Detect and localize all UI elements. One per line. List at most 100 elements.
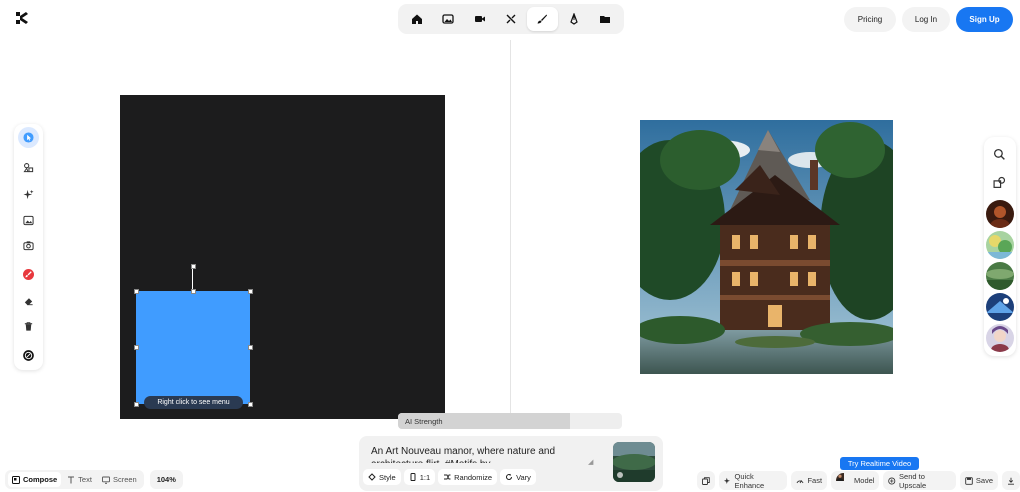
clear-canvas-tool[interactable] [18,316,39,337]
prompt-buttons: Style 1:1 Randomize Vary [363,469,536,485]
image-icon [23,215,34,226]
shapes-icon [23,163,34,173]
speed-button[interactable]: Fast [791,471,828,490]
resize-handle-bottom-right[interactable] [248,402,253,407]
resize-grip-icon[interactable]: ◢ [588,458,593,466]
color-picker-icon [23,350,34,361]
copy-icon [702,476,710,485]
mode-image[interactable] [432,7,463,31]
model-button[interactable]: Model [831,471,880,490]
aspect-ratio-icon [410,473,416,481]
dark-portrait-thumb[interactable] [986,200,1014,228]
mode-home[interactable] [401,7,432,31]
monitor-icon [101,476,110,484]
green-landscape-thumb[interactable] [986,262,1014,290]
save-icon [965,476,973,485]
generate-tool[interactable] [18,184,39,205]
copy-button[interactable] [697,471,715,490]
krea-logo[interactable] [14,10,30,26]
trash-icon [24,322,33,331]
shuffle-icon [444,474,451,480]
zoom-level[interactable]: 104% [149,470,183,489]
mode-video[interactable] [464,7,495,31]
resize-handle-bottom-left[interactable] [134,402,139,407]
vary-button[interactable]: Vary [500,469,536,485]
model-label: Model [854,476,875,485]
app-root: Pricing Log In Sign Up Right click to se… [0,0,1020,492]
sparkle-icon [23,189,34,200]
aspect-ratio-label: 1:1 [419,472,431,482]
save-label: Save [975,476,993,485]
mode-assets[interactable] [590,7,621,31]
download-button[interactable] [1002,471,1020,490]
right-panel [984,137,1016,356]
download-icon [1008,477,1014,485]
bottom-left-bar: Compose Text Screen 104% [5,470,183,489]
color-picker-tool[interactable] [18,345,39,366]
pricing-button[interactable]: Pricing [844,7,896,32]
folder-icon [600,16,611,23]
drawing-canvas[interactable]: Right click to see menu [120,95,445,419]
shapes-icon[interactable] [993,176,1006,189]
sparkle-icon [724,477,730,484]
resize-handle-right[interactable] [248,345,253,350]
try-realtime-video-button[interactable]: Try Realtime Video [840,457,919,470]
speed-icon [797,479,804,483]
blue-rectangle-shape[interactable] [136,291,250,404]
screen-tab[interactable]: Screen [98,472,141,487]
select-tool[interactable] [18,127,39,148]
mode-realtime[interactable] [526,7,559,31]
resize-handle-top-left[interactable] [134,289,139,294]
quick-enhance-button[interactable]: Quick Enhance [719,471,788,490]
camera-icon [23,241,34,251]
eraser-tool[interactable] [18,291,39,312]
quick-enhance-label: Quick Enhance [734,471,765,490]
rotation-line [192,268,193,291]
resize-handle-left[interactable] [134,345,139,350]
send-to-upscale-button[interactable]: Send to Upscale [883,471,956,490]
text-tab[interactable]: Text [63,472,96,487]
generated-image[interactable] [640,120,893,374]
style-label: Style [379,472,396,482]
prompt-reference-image[interactable] [613,442,655,482]
ai-strength-slider[interactable]: AI Strength [398,413,622,429]
mode-enhance[interactable] [495,7,526,31]
upscale-icon [888,476,896,485]
canvas-mode-group: Compose Text Screen [5,470,144,489]
home-icon [411,14,422,24]
mode-edit[interactable] [558,7,589,31]
manor-illustration [640,120,893,374]
resize-handle-top-right[interactable] [248,289,253,294]
shapes-tool[interactable] [18,157,39,178]
style-button[interactable]: Style [363,469,401,485]
signup-button[interactable]: Sign Up [956,7,1013,32]
aspect-ratio-button[interactable]: 1:1 [403,469,436,485]
login-button[interactable]: Log In [902,7,950,32]
cursor-icon [23,132,34,143]
fantasy-garden-thumb[interactable] [986,231,1014,259]
resize-handle-top[interactable] [191,289,196,294]
search-icon[interactable] [993,148,1006,161]
anime-character-thumb[interactable] [986,324,1014,352]
pen-nib-icon [570,13,578,25]
eraser-icon [24,298,33,306]
text-label: Text [78,475,92,484]
model-avatar [836,473,851,488]
webcam-tool[interactable] [18,235,39,256]
prompt-input[interactable]: An Art Nouveau manor, where nature and a… [371,445,591,463]
left-toolbar [14,124,43,370]
split-divider[interactable] [510,40,511,414]
save-button[interactable]: Save [959,471,998,490]
text-icon [68,476,75,483]
image-tool[interactable] [18,210,39,231]
screen-label: Screen [112,475,137,484]
brush-tool[interactable] [18,264,39,285]
blue-futuristic-thumb[interactable] [986,293,1014,321]
rotate-handle[interactable] [191,264,196,269]
compose-label: Compose [23,475,58,484]
video-camera-icon [474,16,485,22]
enhance-icon [506,14,516,24]
compose-tab[interactable]: Compose [8,472,62,487]
randomize-label: Randomize [454,472,493,482]
randomize-button[interactable]: Randomize [438,469,498,485]
